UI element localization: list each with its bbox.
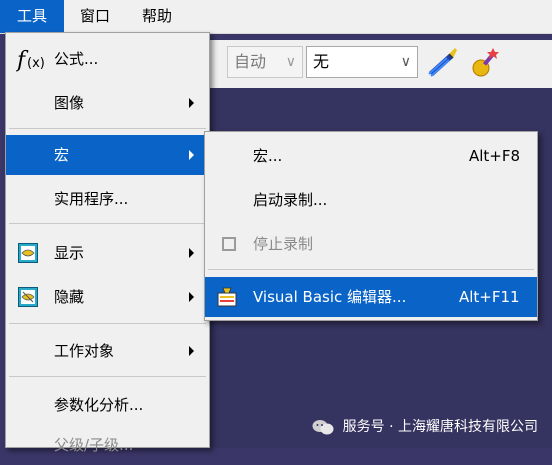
chat-bubbles-icon <box>312 420 334 435</box>
submenu-item-stop-recording: 停止录制 <box>205 224 537 264</box>
menu-separator <box>9 128 206 129</box>
menu-tools[interactable]: 工具 <box>0 0 64 33</box>
paint-brush-icon[interactable] <box>423 44 459 80</box>
menu-item-parent-child: 父级/子级... <box>54 436 134 454</box>
formula-fx-icon: f (x) <box>16 48 45 73</box>
macro-submenu: 宏... Alt+F8 启动录制... 停止录制 Visual Basic 编辑… <box>204 131 538 321</box>
toolbar: 自动 ∨ 无 ∨ <box>205 40 552 88</box>
none-combo[interactable]: 无 ∨ <box>306 46 418 78</box>
auto-combo-value: 自动 <box>234 52 267 71</box>
magic-wand-icon[interactable] <box>467 44 503 80</box>
menu-item-formula[interactable]: f (x) 公式... <box>6 39 209 79</box>
submenu-arrow-icon <box>189 98 194 108</box>
watermark: 服务号 · 上海耀唐科技有限公司 <box>312 416 538 436</box>
auto-combo: 自动 ∨ <box>227 46 303 78</box>
menu-separator <box>9 323 206 324</box>
submenu-arrow-icon <box>189 150 194 160</box>
hide-icon <box>18 287 38 307</box>
vba-editor-icon <box>217 287 237 307</box>
shortcut-label: Alt+F8 <box>469 147 521 165</box>
menu-separator <box>9 223 206 224</box>
tools-menu: f (x) 公式... 图像 宏 实用程序... 显示 隐藏 工作对象 参数化分… <box>5 32 210 454</box>
menu-item-hide[interactable]: 隐藏 <box>6 277 209 317</box>
shortcut-label: Alt+F11 <box>459 288 520 306</box>
submenu-arrow-icon <box>189 346 194 356</box>
chevron-down-icon: ∨ <box>285 54 296 70</box>
submenu-item-vb-editor[interactable]: Visual Basic 编辑器... Alt+F11 <box>205 277 537 317</box>
chevron-down-icon: ∨ <box>400 54 411 70</box>
watermark-text: 服务号 · 上海耀唐科技有限公司 <box>342 419 538 435</box>
menu-item-utility[interactable]: 实用程序... <box>6 179 209 219</box>
show-icon <box>18 243 38 263</box>
none-combo-value: 无 <box>313 52 330 71</box>
submenu-arrow-icon <box>189 292 194 302</box>
menu-separator <box>208 269 534 270</box>
stop-square-icon <box>222 237 236 251</box>
menu-window[interactable]: 窗口 <box>64 0 126 33</box>
menu-item-work-object[interactable]: 工作对象 <box>6 331 209 371</box>
menu-item-show[interactable]: 显示 <box>6 233 209 273</box>
submenu-item-start-recording[interactable]: 启动录制... <box>205 180 537 220</box>
menu-separator <box>9 376 206 377</box>
menu-item-macro[interactable]: 宏 <box>6 135 209 175</box>
menu-item-image[interactable]: 图像 <box>6 83 209 123</box>
svg-text:(x): (x) <box>27 56 45 71</box>
submenu-arrow-icon <box>189 248 194 258</box>
menu-bar: 工具 窗口 帮助 <box>0 0 552 34</box>
submenu-item-macros[interactable]: 宏... Alt+F8 <box>205 136 537 176</box>
menu-help[interactable]: 帮助 <box>126 0 188 33</box>
menu-item-parametric-analysis[interactable]: 参数化分析... <box>6 385 209 425</box>
